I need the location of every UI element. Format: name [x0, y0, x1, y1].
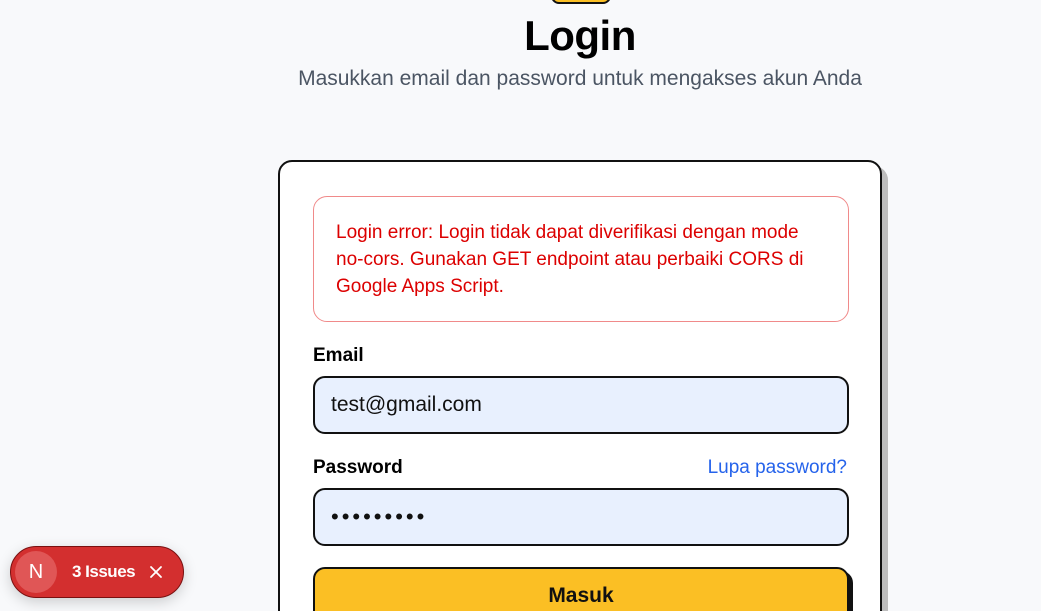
issues-label: 3 Issues [72, 562, 136, 581]
submit-button[interactable]: Masuk [313, 567, 849, 611]
login-page: Login Masukkan email dan password untuk … [0, 0, 1041, 611]
error-alert: Login error: Login tidak dapat diverifik… [313, 196, 849, 322]
issues-avatar: N [15, 551, 57, 593]
page-title: Login [524, 12, 636, 59]
email-label: Email [313, 345, 364, 366]
close-icon-svg [150, 566, 163, 578]
password-label: Password [313, 457, 403, 478]
logo-icon [551, 0, 611, 4]
password-field[interactable] [313, 488, 849, 546]
email-field[interactable] [313, 376, 849, 434]
page-subtitle: Masukkan email dan password untuk mengak… [298, 67, 862, 90]
forgot-password-link[interactable]: Lupa password? [708, 457, 847, 479]
login-card: Login error: Login tidak dapat diverifik… [278, 160, 882, 611]
issues-badge[interactable]: N 3 Issues [10, 546, 184, 598]
close-icon[interactable] [147, 563, 165, 581]
error-message: Login error: Login tidak dapat diverifik… [336, 222, 804, 297]
